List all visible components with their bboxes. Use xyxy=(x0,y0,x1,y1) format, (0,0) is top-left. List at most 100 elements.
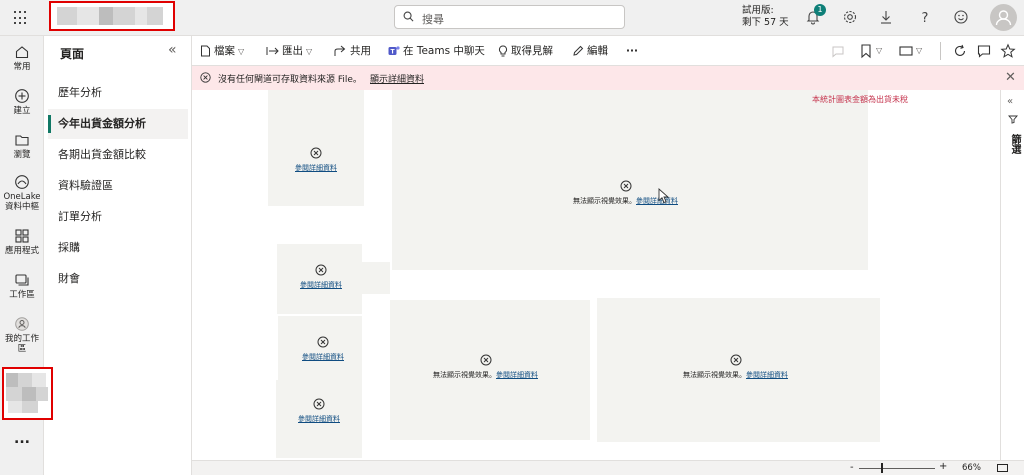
page-item[interactable]: 採購 xyxy=(48,233,188,263)
comment-outline-icon[interactable] xyxy=(830,43,846,59)
rail-item-create[interactable]: 建立 xyxy=(0,88,44,116)
favorite-star-icon[interactable] xyxy=(1000,43,1016,59)
bookmark-icon[interactable] xyxy=(858,43,874,59)
rail-label-browse: 瀏覽 xyxy=(13,150,31,160)
file-icon xyxy=(201,45,210,57)
teams-chat-button[interactable]: T在 Teams 中聊天 xyxy=(388,43,485,59)
filters-pane[interactable]: « 篩選 xyxy=(1000,90,1024,460)
my-workspace-icon xyxy=(15,317,29,331)
zoom-slider-thumb[interactable] xyxy=(880,463,883,473)
pages-pane: 頁面 « 歷年分析 今年出貨金額分析 各期出貨金額比較 資料驗證區 訂單分析 採… xyxy=(44,36,192,475)
waffle-icon[interactable] xyxy=(14,11,28,25)
comment-icon[interactable] xyxy=(976,43,992,59)
search-placeholder: 搜尋 xyxy=(422,13,444,26)
rail-item-workspaces[interactable]: 工作區 xyxy=(0,272,44,300)
see-details-link[interactable]: 參閱詳細資料 xyxy=(496,371,538,379)
see-details-link[interactable]: 參閱詳細資料 xyxy=(302,353,344,361)
page-item[interactable]: 財會 xyxy=(48,264,188,294)
chevron-down-icon[interactable]: ▽ xyxy=(916,43,922,59)
current-workspace-redacted[interactable] xyxy=(2,367,53,420)
canvas-note: 本統計圖表金額為出貨未稅 xyxy=(812,95,908,104)
page-item[interactable]: 歷年分析 xyxy=(48,78,188,108)
collapse-pages-button[interactable]: « xyxy=(168,42,177,58)
rail-label-create: 建立 xyxy=(13,106,31,116)
zoom-out-button[interactable]: - xyxy=(850,462,854,473)
export-icon xyxy=(266,47,279,55)
rail-more-button[interactable]: ... xyxy=(0,432,44,446)
chevron-down-icon[interactable]: ▽ xyxy=(876,43,882,59)
workspaces-icon xyxy=(15,274,29,286)
page-item-active[interactable]: 今年出貨金額分析 xyxy=(48,109,188,139)
error-x-icon xyxy=(480,354,491,366)
get-insights-button[interactable]: 取得見解 xyxy=(498,43,553,59)
rail-item-home[interactable]: 常用 xyxy=(0,44,44,72)
export-menu[interactable]: 匯出 ▽ xyxy=(266,43,312,59)
page-item[interactable]: 訂單分析 xyxy=(48,202,188,232)
page-item[interactable]: 各期出貨金額比較 xyxy=(48,140,188,170)
help-icon[interactable]: ? xyxy=(916,8,934,26)
see-details-link[interactable]: 參閱詳細資料 xyxy=(300,281,342,289)
rail-label-apps: 應用程式 xyxy=(4,246,39,256)
see-details-link[interactable]: 參閱詳細資料 xyxy=(746,371,788,379)
pages-title: 頁面 xyxy=(60,47,85,61)
rail-item-my-workspace[interactable]: 我的工作區 xyxy=(0,316,44,354)
report-canvas: 本統計圖表金額為出貨未稅 參閱詳細資料 無法顯示視覺效果。參閱詳細資料 參閱詳細… xyxy=(192,90,1000,460)
smiley-icon[interactable] xyxy=(952,8,970,26)
create-icon xyxy=(15,89,29,103)
trial-status[interactable]: 試用版: 剩下 57 天 xyxy=(742,5,789,29)
see-details-link[interactable]: 參閱詳細資料 xyxy=(636,197,678,205)
view-icon[interactable] xyxy=(898,43,914,59)
rail-label-onelake: OneLake 資料中樞 xyxy=(3,192,41,212)
visual-error: 無法顯示視覺效果。參閱詳細資料 xyxy=(683,354,788,380)
expand-filters-button[interactable]: « xyxy=(1007,96,1013,107)
toolbar-divider xyxy=(940,42,941,60)
visual-error: 參閱詳細資料 xyxy=(300,264,342,290)
teams-icon: T xyxy=(388,46,400,56)
gateway-error-banner: 沒有任何閘道可存取資料來源 File。 顯示詳細資料 ✕ xyxy=(192,66,1024,90)
share-button[interactable]: 共用 xyxy=(334,43,371,59)
rail-item-browse[interactable]: 瀏覽 xyxy=(0,132,44,160)
edit-button[interactable]: 編輯 xyxy=(572,43,608,59)
apps-icon xyxy=(15,229,29,243)
chevron-down-icon: ▽ xyxy=(306,47,313,56)
chevron-down-icon: ▽ xyxy=(238,47,245,56)
see-details-link[interactable]: 參閱詳細資料 xyxy=(298,415,340,423)
see-details-link[interactable]: 參閱詳細資料 xyxy=(295,164,337,172)
folder-icon xyxy=(15,135,29,146)
mouse-cursor-icon xyxy=(658,188,670,204)
zoom-slider[interactable] xyxy=(859,468,935,469)
file-label: 檔案 xyxy=(214,45,235,57)
error-message: 無法顯示視覺效果。 xyxy=(683,371,746,379)
refresh-icon[interactable] xyxy=(952,43,968,59)
status-bar: - + 66% xyxy=(192,460,1024,475)
error-x-icon xyxy=(310,147,322,159)
home-icon xyxy=(15,46,29,59)
fit-to-page-icon[interactable] xyxy=(997,464,1008,472)
rail-item-onelake[interactable]: OneLake 資料中樞 xyxy=(0,174,44,212)
more-options-button[interactable]: ··· xyxy=(626,43,638,59)
download-icon[interactable] xyxy=(877,8,895,26)
export-label: 匯出 xyxy=(282,45,303,57)
left-nav-rail: 常用 建立 瀏覽 OneLake 資料中樞 應用程式 工作區 我的工作區 ... xyxy=(0,36,53,475)
workspace-name-redacted xyxy=(49,1,175,31)
page-item[interactable]: 資料驗證區 xyxy=(48,171,188,201)
search-input[interactable]: 搜尋 xyxy=(394,5,625,29)
top-header: 搜尋 試用版: 剩下 57 天 1 ? xyxy=(0,0,1024,36)
banner-details-link[interactable]: 顯示詳細資料 xyxy=(370,72,424,85)
trial-label: 試用版: xyxy=(742,5,774,16)
file-menu[interactable]: 檔案 ▽ xyxy=(200,43,244,59)
rail-item-apps[interactable]: 應用程式 xyxy=(0,228,44,256)
visual-error: 無法顯示視覺效果。參閱詳細資料 xyxy=(433,354,538,380)
edit-label: 編輯 xyxy=(587,45,608,57)
close-icon[interactable]: ✕ xyxy=(1005,70,1016,85)
zoom-in-button[interactable]: + xyxy=(939,461,947,472)
filter-icon xyxy=(1008,115,1018,124)
gear-icon[interactable] xyxy=(841,8,859,26)
error-x-icon xyxy=(730,354,741,366)
avatar-icon[interactable] xyxy=(990,4,1017,31)
trial-days-left: 剩下 57 天 xyxy=(742,17,789,28)
visual-error: 參閱詳細資料 xyxy=(295,147,337,173)
zoom-level: 66% xyxy=(962,463,981,473)
visual-error: 參閱詳細資料 xyxy=(298,398,340,424)
visual-tile[interactable] xyxy=(362,262,390,294)
